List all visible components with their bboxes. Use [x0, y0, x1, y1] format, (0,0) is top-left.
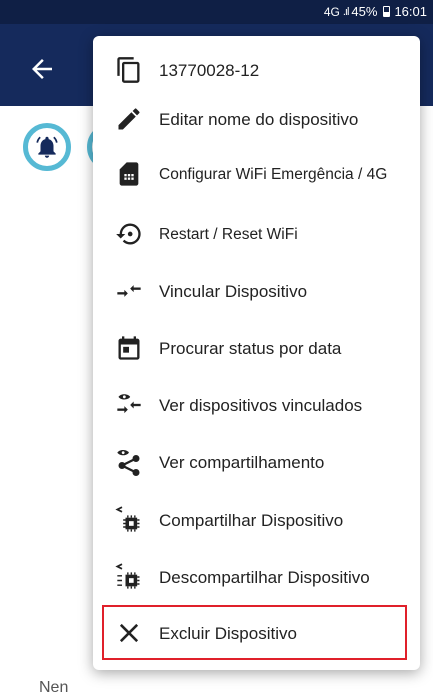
- status-indicators: 4G .ıl 45% 16:01: [324, 4, 427, 19]
- copy-icon: [117, 57, 140, 83]
- menu-item-share-device[interactable]: Compartilhar Dispositivo: [93, 492, 420, 549]
- menu-item-label: Ver compartilhamento: [159, 453, 325, 472]
- sim-card-icon: [119, 162, 139, 186]
- menu-item-view-sharing[interactable]: Ver compartilhamento: [93, 434, 420, 491]
- alarm-button[interactable]: [23, 123, 71, 171]
- menu-item-label: Editar nome do dispositivo: [159, 110, 359, 129]
- menu-item-label: Ver dispositivos vinculados: [159, 396, 363, 415]
- menu-item-label: Restart / Reset WiFi: [159, 226, 298, 243]
- back-button[interactable]: [27, 54, 57, 84]
- link-arrows-icon: [117, 285, 141, 297]
- menu-item-view-linked[interactable]: Ver dispositivos vinculados: [93, 377, 420, 434]
- menu-item-search-status[interactable]: Procurar status por data: [93, 320, 420, 377]
- battery-icon: [383, 6, 391, 17]
- eye-share-icon: [117, 450, 140, 476]
- menu-item-label: Compartilhar Dispositivo: [159, 511, 344, 530]
- battery-level: 45%: [351, 4, 378, 19]
- menu-item-label: Procurar status por data: [159, 339, 342, 358]
- menu-item-label: Descompartilhar Dispositivo: [159, 568, 370, 587]
- menu-item-edit-name[interactable]: Editar nome do dispositivo: [93, 91, 420, 148]
- signal-icon: .ıl: [342, 5, 349, 18]
- calendar-icon: [118, 336, 140, 360]
- menu-item-configure-wifi[interactable]: Configurar WiFi Emergência / 4G: [93, 146, 420, 203]
- pencil-icon: [118, 108, 140, 130]
- device-options-menu: 13770028-12 Editar nome do dispositivo C…: [93, 36, 420, 670]
- empty-state-text: Nen: [39, 679, 69, 696]
- menu-item-link-device[interactable]: Vincular Dispositivo: [93, 263, 420, 320]
- menu-item-label: Vincular Dispositivo: [159, 282, 308, 301]
- menu-item-restart-wifi[interactable]: Restart / Reset WiFi: [93, 206, 420, 263]
- bell-icon: [36, 136, 58, 158]
- network-type: 4G: [323, 4, 340, 19]
- status-bar: 4G .ıl 45% 16:01: [0, 0, 433, 24]
- share-chip-icon: [115, 506, 140, 532]
- arrow-left-icon: [32, 59, 52, 79]
- close-icon: [119, 623, 139, 643]
- menu-item-label: Configurar WiFi Emergência / 4G: [159, 166, 388, 183]
- clock: 16:01: [394, 4, 427, 19]
- unshare-chip-icon: [115, 563, 140, 589]
- menu-item-label: Excluir Dispositivo: [159, 624, 297, 643]
- eye-arrows-icon: [117, 394, 141, 414]
- menu-item-delete-device[interactable]: Excluir Dispositivo: [93, 605, 420, 662]
- menu-item-unshare-device[interactable]: Descompartilhar Dispositivo: [93, 549, 420, 606]
- restart-icon: [116, 223, 141, 245]
